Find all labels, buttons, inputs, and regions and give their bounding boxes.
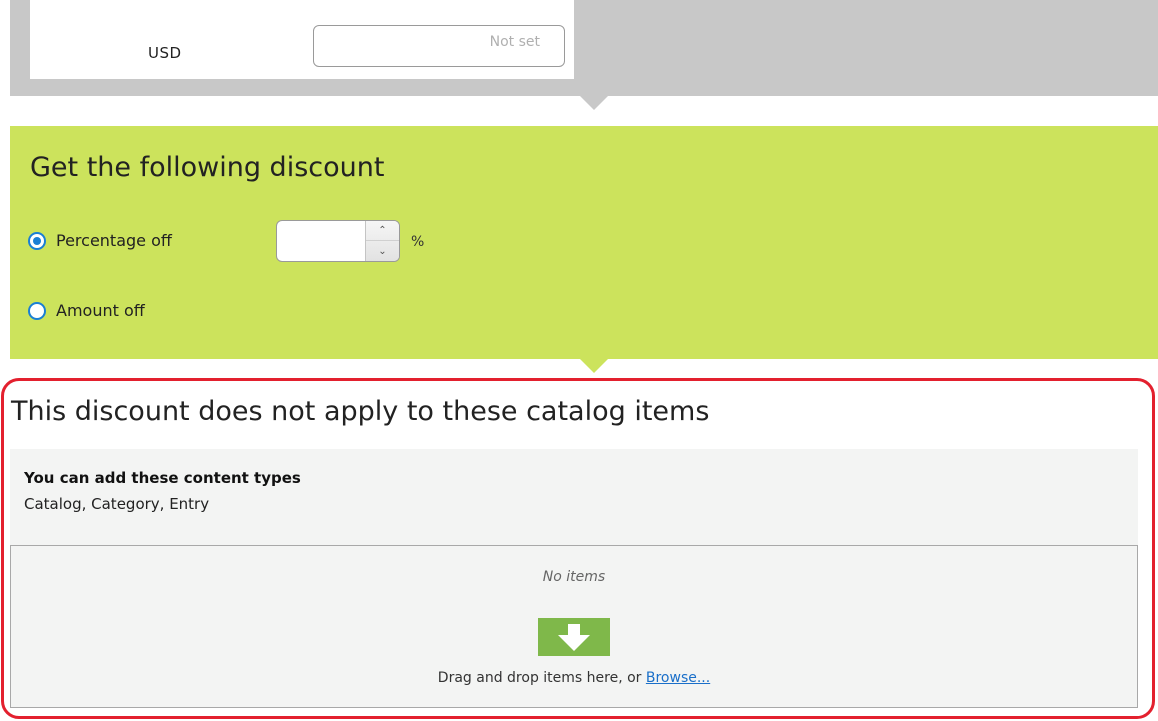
amount-off-radio[interactable] — [28, 301, 46, 320]
content-types-list: Catalog, Category, Entry — [24, 495, 210, 513]
download-arrow-icon — [538, 618, 610, 656]
percentage-off-option[interactable]: Percentage off — [28, 231, 172, 250]
exclusions-title: This discount does not apply to these ca… — [11, 396, 710, 427]
currency-row: USD — [30, 0, 574, 79]
discount-editor: USD Get the following discount Percentag… — [0, 0, 1158, 721]
stepper-up-icon[interactable]: ⌃ — [366, 221, 399, 241]
percentage-input[interactable] — [277, 221, 361, 261]
section-pointer-arrow — [580, 359, 608, 373]
empty-state-text: No items — [542, 569, 606, 585]
discount-title: Get the following discount — [30, 152, 385, 183]
section-pointer-arrow — [580, 96, 608, 110]
currency-code-label: USD — [148, 44, 182, 62]
stepper-buttons: ⌃ ⌄ — [365, 221, 399, 261]
drop-zone[interactable]: No items Drag and drop items here, or Br… — [10, 545, 1138, 708]
currency-amount-input[interactable] — [313, 25, 565, 67]
percentage-off-radio[interactable] — [28, 231, 46, 250]
percentage-off-label: Percentage off — [56, 231, 172, 250]
content-types-box: You can add these content types Catalog,… — [10, 449, 1138, 545]
browse-link[interactable]: Browse... — [646, 670, 710, 686]
drop-instructions-text: Drag and drop items here, or — [437, 670, 642, 686]
discount-panel: Get the following discount Percentage of… — [10, 126, 1158, 359]
amount-off-label: Amount off — [56, 301, 145, 320]
drop-instructions: Drag and drop items here, or Browse... — [11, 670, 1137, 686]
percentage-stepper: ⌃ ⌄ — [276, 220, 400, 262]
percentage-unit: % — [411, 234, 425, 250]
content-types-heading: You can add these content types — [24, 469, 301, 487]
stepper-down-icon[interactable]: ⌄ — [366, 241, 399, 261]
amount-off-option[interactable]: Amount off — [28, 301, 145, 320]
